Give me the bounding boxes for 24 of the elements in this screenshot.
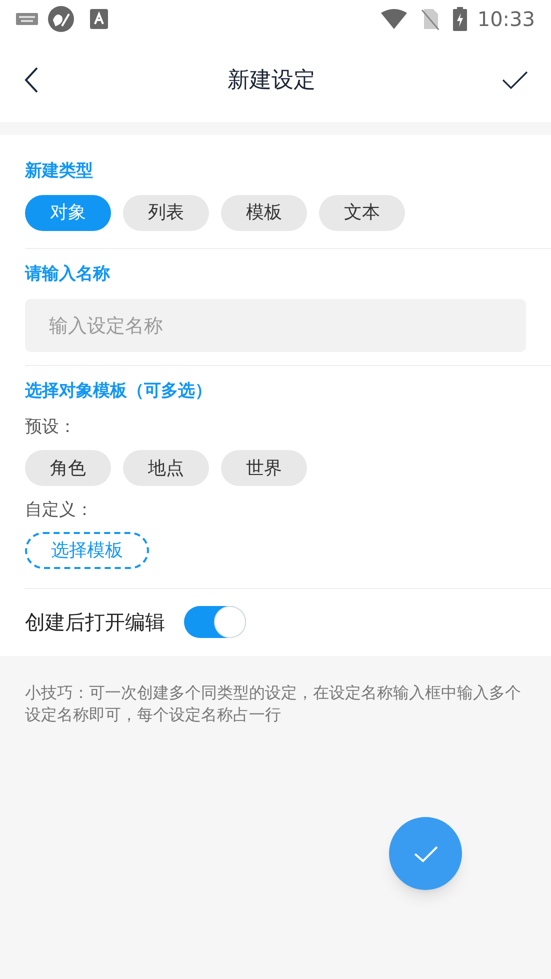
app-icon [48,6,74,32]
chip[interactable]: 模板 [221,194,307,230]
tip-text: 小技巧：可一次创建多个同类型的设定，在设定名称输入框中输入多个设定名称即可，每个设定名称占一行 [24,682,522,726]
chip[interactable]: 角色 [25,450,111,486]
chip[interactable]: 地点 [123,450,209,486]
keyboard-icon [16,13,38,25]
chip[interactable]: 文本 [319,194,405,230]
battery-icon [453,7,468,31]
no-sim-icon [421,8,440,30]
status-time: 10:33 [477,6,535,33]
chip[interactable]: 列表 [123,194,209,230]
name-input-field[interactable]: 输入设定名称 [25,299,526,352]
custom-label: 自定义： [25,499,94,522]
section-label: 选择对象模板（可多选） [25,380,213,403]
toggle-label: 创建后打开编辑 [25,609,165,636]
preset-label: 预设： [25,416,77,438]
checkmark-icon [412,844,438,864]
wifi-icon [381,9,408,29]
chip[interactable]: 世界 [221,450,307,486]
section-label: 新建类型 [25,160,94,183]
page-title: 新建设定 [228,66,316,94]
section-label: 请输入名称 [25,262,111,286]
font-icon [90,9,108,29]
toggle-switch[interactable] [184,606,246,638]
